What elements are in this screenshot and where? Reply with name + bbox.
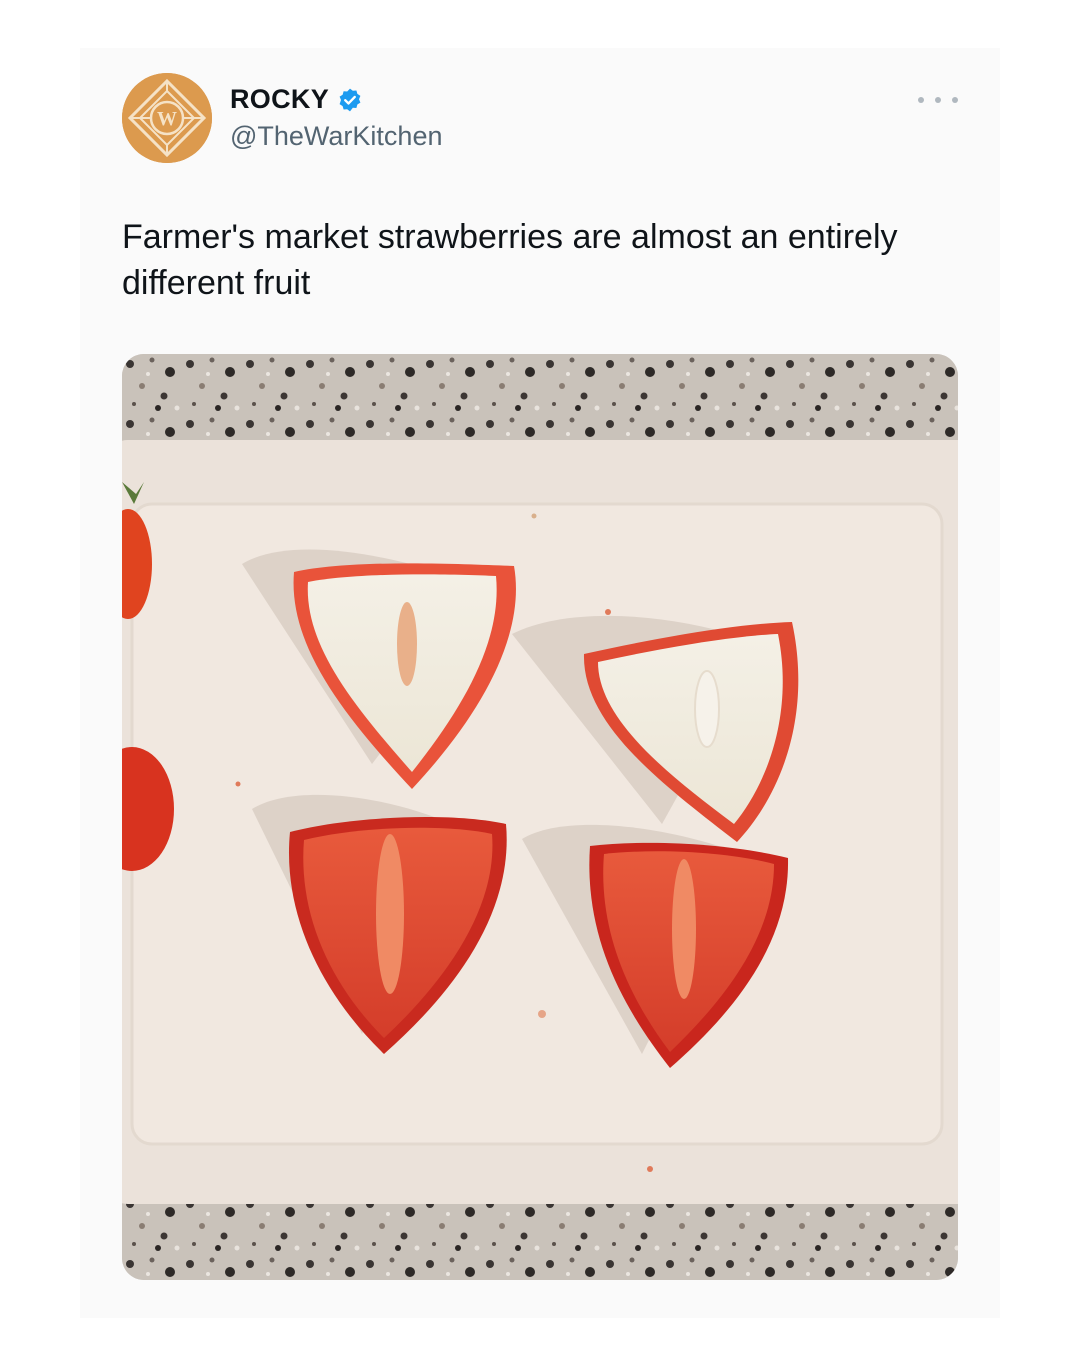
more-options-icon[interactable] — [918, 88, 958, 112]
author-name[interactable]: ROCKY — [230, 84, 329, 115]
author-handle[interactable]: @TheWarKitchen — [230, 121, 442, 152]
tweet-card[interactable]: W ROCKY @TheWarKitchen Farmer's market s… — [80, 48, 1000, 1318]
tweet-text: Farmer's market strawberries are almost … — [122, 218, 898, 302]
avatar[interactable]: W — [122, 73, 212, 163]
author-row[interactable]: ROCKY — [230, 84, 363, 115]
verified-badge-icon — [339, 88, 361, 111]
avatar-letter: W — [157, 108, 177, 130]
tweet-photo[interactable] — [122, 354, 958, 1280]
